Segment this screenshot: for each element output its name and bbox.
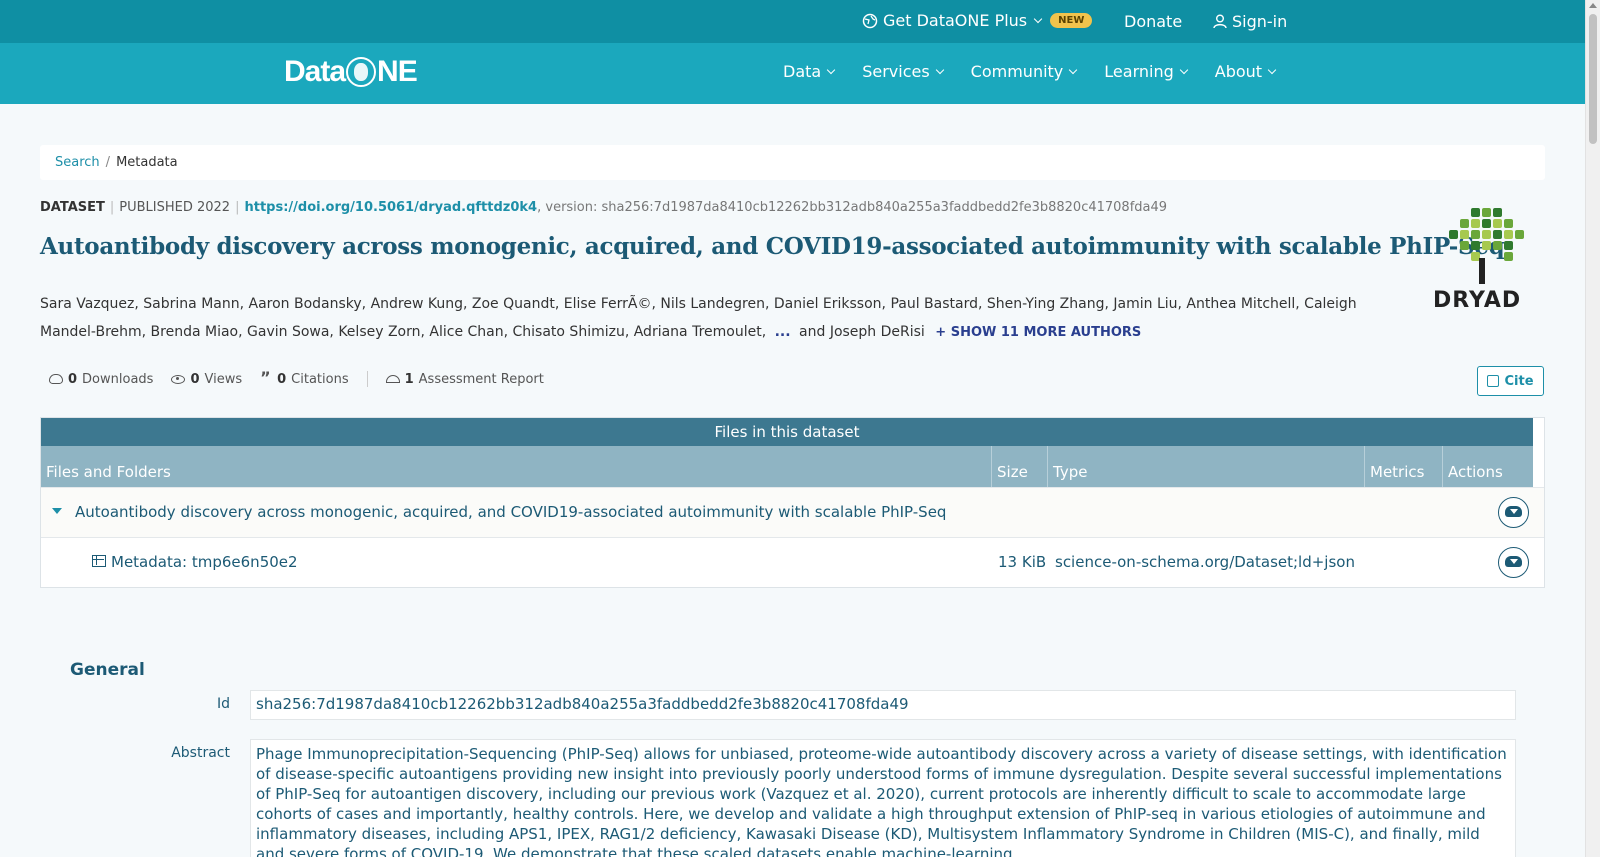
nav-item-label: Community xyxy=(970,62,1064,81)
user-icon xyxy=(1213,14,1227,29)
nav-item-learning[interactable]: Learning xyxy=(1104,62,1188,81)
cloud-download-icon[interactable] xyxy=(1498,497,1529,528)
nav-item-label: Learning xyxy=(1104,62,1174,81)
caret-down-icon[interactable] xyxy=(52,508,62,514)
nav-item-label: Services xyxy=(862,62,930,81)
dryad-trunk xyxy=(1479,258,1485,284)
downloads-metric[interactable]: 0 Downloads xyxy=(49,372,153,387)
author-list: Sara Vazquez, Sabrina Mann, Aaron Bodans… xyxy=(40,290,1420,347)
folder-name[interactable]: Autoantibody discovery across monogenic,… xyxy=(75,503,946,521)
nav-item-label: Data xyxy=(783,62,822,81)
last-author: and Joseph DeRisi xyxy=(799,324,925,340)
file-type: science-on-schema.org/Dataset;ld+json xyxy=(1055,553,1355,571)
chevron-down-icon xyxy=(1267,65,1277,74)
dataset-title: Autoantibody discovery across monogenic,… xyxy=(40,233,1505,260)
views-label: Views xyxy=(204,371,243,387)
logo-text-right: NE xyxy=(377,55,418,88)
general-section-heading: General xyxy=(70,660,145,680)
folder-row[interactable]: Autoantibody discovery across monogenic,… xyxy=(41,487,1544,537)
chevron-down-icon xyxy=(1033,14,1043,23)
files-table: Files in this dataset Files and Folders … xyxy=(40,417,1545,588)
column-header-actions: Actions xyxy=(1448,463,1503,481)
authors-ellipsis[interactable]: ... xyxy=(775,324,791,340)
page-scrollbar[interactable] xyxy=(1585,0,1600,857)
get-plus-label: Get DataONE Plus xyxy=(883,11,1028,30)
file-row[interactable]: Metadata: tmp6e6n50e2 13 KiB science-on-… xyxy=(41,537,1544,587)
cloud-download-icon xyxy=(49,374,63,384)
breadcrumb-separator: / xyxy=(105,155,111,170)
breadcrumb-current: Metadata xyxy=(116,155,178,170)
globe-icon xyxy=(862,13,878,28)
citations-count: 0 xyxy=(277,371,287,387)
nav-item-data[interactable]: Data xyxy=(783,62,836,81)
show-more-authors-button[interactable]: + SHOW 11 MORE AUTHORS xyxy=(935,325,1141,340)
files-table-header-row: Files and Folders Size Type Metrics Acti… xyxy=(41,446,1533,487)
nav-menu: Data Services Community Learning About xyxy=(783,62,1277,81)
column-header-type[interactable]: Type xyxy=(1048,446,1365,487)
abstract-label: Abstract xyxy=(171,745,230,761)
chevron-down-icon xyxy=(935,65,944,74)
file-size: 13 KiB xyxy=(998,553,1047,571)
published-label: PUBLISHED 2022 xyxy=(119,200,231,215)
dataset-type-label: DATASET xyxy=(40,200,105,215)
views-metric[interactable]: 0 Views xyxy=(171,372,242,387)
metrics-divider xyxy=(366,371,368,387)
dryad-logo[interactable]: DRYAD xyxy=(1430,208,1535,318)
new-badge: NEW xyxy=(1050,13,1093,28)
downloads-label: Downloads xyxy=(82,371,154,387)
assessment-label: Assessment Report xyxy=(418,371,544,387)
column-header-files[interactable]: Files and Folders xyxy=(41,446,992,487)
scroll-up-arrow-icon[interactable] xyxy=(1589,3,1597,8)
breadcrumb: Search / Metadata xyxy=(40,145,1545,180)
quote-icon: ” xyxy=(260,368,271,387)
cite-label: Cite xyxy=(1504,373,1534,389)
scrollbar-thumb[interactable] xyxy=(1589,14,1597,144)
breadcrumb-search-link[interactable]: Search xyxy=(55,155,100,170)
chevron-down-icon xyxy=(1179,65,1188,74)
authors-line-2: Mandel-Brehm, Brenda Miao, Gavin Sowa, K… xyxy=(40,324,767,340)
version-text: , version: sha256:7d1987da8410cb12262bb3… xyxy=(537,200,1168,215)
copy-icon xyxy=(1487,375,1500,387)
citations-label: Citations xyxy=(291,371,349,387)
dataone-logo[interactable]: Data NE xyxy=(284,55,418,89)
assessment-count: 1 xyxy=(404,371,414,387)
cite-button[interactable]: Cite xyxy=(1477,366,1544,396)
get-plus-menu[interactable]: Get DataONE Plus NEW xyxy=(862,11,1093,30)
id-value: sha256:7d1987da8410cb12262bb312adb840a25… xyxy=(250,690,1516,720)
metrics-bar: 0 Downloads 0 Views ” 0 Citations 1 Asse… xyxy=(49,368,544,387)
logo-globe-icon xyxy=(346,57,377,87)
main-navbar: Data NE Data Services Community Learning… xyxy=(0,43,1585,104)
files-table-heading: Files in this dataset xyxy=(41,418,1533,446)
sign-in-link[interactable]: Sign-in xyxy=(1213,12,1287,31)
doi-link[interactable]: https://doi.org/10.5061/dryad.qfttdz0k4 xyxy=(244,200,537,215)
abstract-value: Phage Immunoprecipitation-Sequencing (Ph… xyxy=(250,739,1516,857)
eye-icon xyxy=(171,374,186,384)
file-name[interactable]: Metadata: tmp6e6n50e2 xyxy=(111,553,298,571)
dataset-meta-line: DATASET | PUBLISHED 2022 | https://doi.org/1… xyxy=(40,200,1168,215)
views-count: 0 xyxy=(190,371,200,387)
cloud-download-icon[interactable] xyxy=(1498,547,1529,578)
assessment-report-link[interactable]: 1 Assessment Report xyxy=(385,371,544,387)
nav-item-services[interactable]: Services xyxy=(862,62,944,81)
column-header-metrics: Metrics xyxy=(1365,446,1443,487)
nav-item-label: About xyxy=(1214,62,1263,81)
downloads-count: 0 xyxy=(68,371,78,387)
logo-text-left: Data xyxy=(284,55,346,88)
nav-item-about[interactable]: About xyxy=(1214,62,1277,81)
table-icon xyxy=(92,555,106,567)
column-header-size[interactable]: Size xyxy=(992,446,1048,487)
gauge-icon xyxy=(385,375,400,383)
top-bar: Get DataONE Plus NEW Donate Sign-in xyxy=(0,0,1585,43)
nav-item-community[interactable]: Community xyxy=(970,62,1078,81)
chevron-down-icon xyxy=(1069,65,1078,74)
chevron-down-icon xyxy=(826,65,836,74)
id-label: Id xyxy=(216,696,230,712)
dryad-wordmark: DRYAD xyxy=(1433,288,1522,313)
donate-link[interactable]: Donate xyxy=(1124,12,1182,31)
authors-line-1: Sara Vazquez, Sabrina Mann, Aaron Bodans… xyxy=(40,296,1357,312)
citations-metric[interactable]: ” 0 Citations xyxy=(260,368,349,387)
sign-in-label: Sign-in xyxy=(1232,12,1288,31)
